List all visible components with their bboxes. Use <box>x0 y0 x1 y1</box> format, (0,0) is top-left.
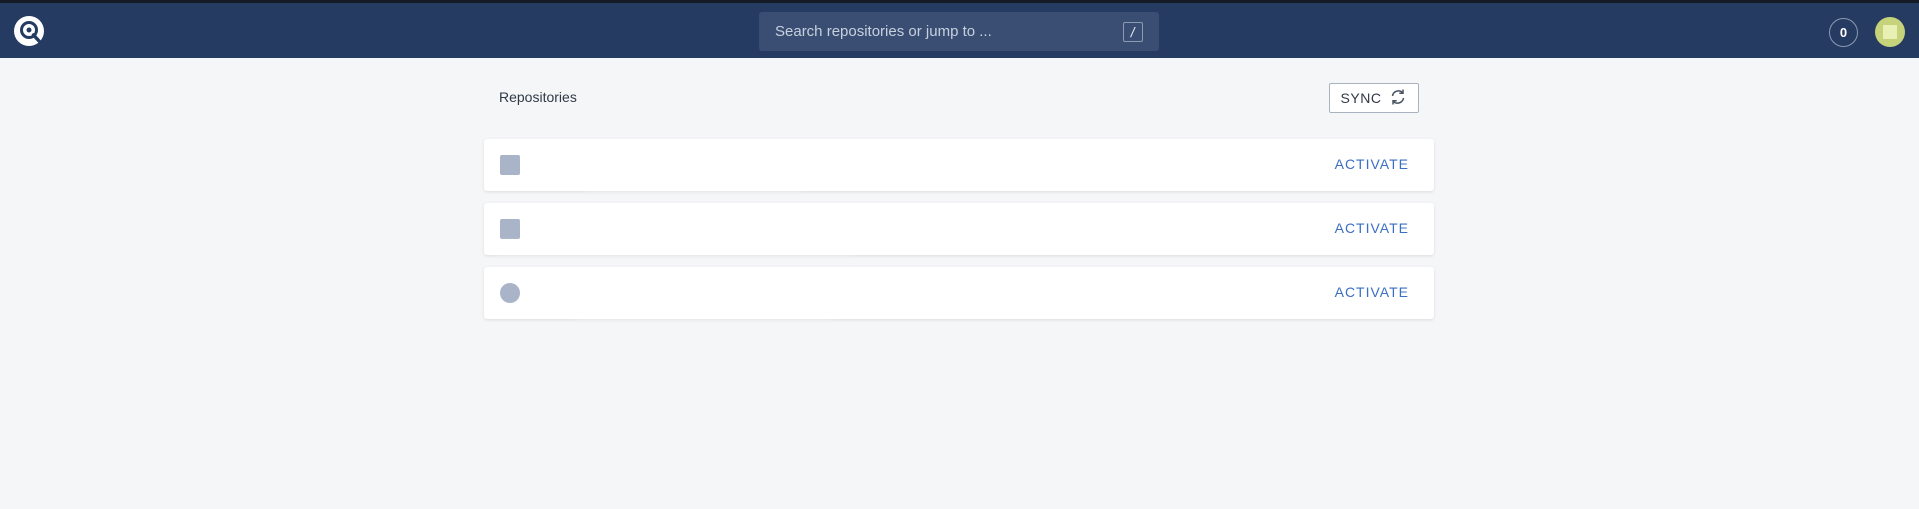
redaction-smear <box>494 243 854 253</box>
redaction-smear <box>524 154 714 164</box>
sync-button-label: SYNC <box>1340 90 1382 106</box>
list-item: ACTIVATE <box>484 139 1434 191</box>
redaction-smear <box>574 307 834 317</box>
list-item: ACTIVATE <box>484 267 1434 319</box>
redaction-smear <box>584 179 804 189</box>
repo-icon <box>500 219 520 239</box>
redaction-smear <box>524 219 824 229</box>
redaction-smear <box>524 283 694 293</box>
activate-button[interactable]: ACTIVATE <box>1335 220 1409 236</box>
notification-count-badge[interactable]: 0 <box>1829 18 1858 47</box>
search-shortcut-key: / <box>1123 21 1143 42</box>
list-item: ACTIVATE <box>484 203 1434 255</box>
avatar[interactable] <box>1875 17 1905 47</box>
refresh-icon <box>1389 88 1407 109</box>
app-logo-icon[interactable] <box>13 15 45 47</box>
search-input[interactable]: Search repositories or jump to ... / <box>759 12 1159 51</box>
avatar-pattern <box>1883 25 1897 39</box>
page-title: Repositories <box>499 89 577 105</box>
repo-icon <box>500 283 520 303</box>
search-placeholder: Search repositories or jump to ... <box>775 23 992 40</box>
sync-button[interactable]: SYNC <box>1329 83 1419 113</box>
repo-icon <box>500 155 520 175</box>
activate-button[interactable]: ACTIVATE <box>1335 284 1409 300</box>
top-navigation-bar: Search repositories or jump to ... / 0 <box>0 0 1919 58</box>
activate-button[interactable]: ACTIVATE <box>1335 156 1409 172</box>
